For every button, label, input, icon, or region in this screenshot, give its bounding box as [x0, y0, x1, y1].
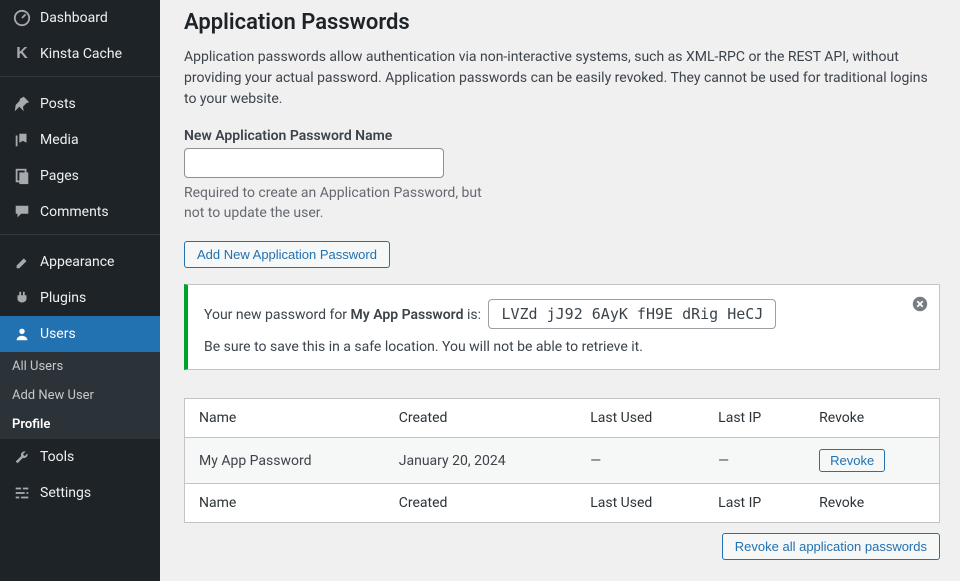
add-application-password-button[interactable]: Add New Application Password — [184, 241, 390, 268]
tf-revoke: Revoke — [805, 484, 939, 523]
cell-revoke: Revoke — [805, 438, 939, 484]
users-icon — [12, 324, 32, 344]
notice-second-line: Be sure to save this in a safe location.… — [204, 339, 899, 355]
sidebar-label: Plugins — [40, 290, 86, 306]
sidebar-item-pages[interactable]: Pages — [0, 158, 160, 194]
field-label-app-password-name: New Application Password Name — [184, 128, 940, 144]
media-icon — [12, 130, 32, 150]
notice-suffix: is: — [463, 307, 481, 323]
tf-last-used: Last Used — [576, 484, 704, 523]
sidebar-item-posts[interactable]: Posts — [0, 86, 160, 122]
sidebar-item-users[interactable]: Users — [0, 316, 160, 352]
cell-name: My App Password — [185, 438, 385, 484]
table-header-row: Name Created Last Used Last IP Revoke — [185, 399, 940, 438]
th-last-used: Last Used — [576, 399, 704, 438]
sidebar-label: Media — [40, 132, 79, 148]
submenu-add-new-user[interactable]: Add New User — [0, 381, 160, 410]
sidebar-submenu-users: All Users Add New User Profile — [0, 352, 160, 439]
cell-last-used: — — [576, 438, 704, 484]
notice-first-line: Your new password for My App Password is… — [204, 299, 899, 329]
sidebar-item-appearance[interactable]: Appearance — [0, 244, 160, 280]
submenu-profile[interactable]: Profile — [0, 410, 160, 439]
th-name: Name — [185, 399, 385, 438]
sidebar-label: Kinsta Cache — [40, 46, 122, 62]
generated-password[interactable]: LVZd jJ92 6AyK fH9E dRig HeCJ — [488, 299, 776, 329]
sidebar-item-media[interactable]: Media — [0, 122, 160, 158]
cell-created: January 20, 2024 — [385, 438, 576, 484]
field-help-text: Required to create an Application Passwo… — [184, 184, 484, 223]
sidebar-label: Users — [40, 326, 76, 342]
sidebar-label: Dashboard — [40, 10, 108, 26]
sidebar-item-tools[interactable]: Tools — [0, 439, 160, 475]
revoke-button[interactable]: Revoke — [819, 449, 885, 472]
cell-last-ip: — — [704, 438, 805, 484]
sidebar-item-plugins[interactable]: Plugins — [0, 280, 160, 316]
main-content: Application Passwords Application passwo… — [160, 0, 960, 581]
admin-sidebar: Dashboard K Kinsta Cache Posts Media Pag… — [0, 0, 160, 581]
page-description: Application passwords allow authenticati… — [184, 47, 940, 110]
sidebar-label: Comments — [40, 204, 109, 220]
sidebar-item-kinsta-cache[interactable]: K Kinsta Cache — [0, 36, 160, 72]
sidebar-label: Appearance — [40, 254, 114, 270]
tf-last-ip: Last IP — [704, 484, 805, 523]
page-title: Application Passwords — [184, 10, 940, 35]
notice-app-name: My App Password — [351, 307, 464, 323]
kinsta-icon: K — [12, 44, 32, 64]
pin-icon — [12, 94, 32, 114]
revoke-all-button[interactable]: Revoke all application passwords — [722, 533, 940, 560]
dashboard-icon — [12, 8, 32, 28]
sidebar-label: Posts — [40, 96, 76, 112]
sidebar-label: Settings — [40, 485, 91, 501]
plugins-icon — [12, 288, 32, 308]
success-notice: Your new password for My App Password is… — [184, 284, 940, 370]
sidebar-item-dashboard[interactable]: Dashboard — [0, 0, 160, 36]
application-passwords-table: Name Created Last Used Last IP Revoke My… — [184, 398, 940, 523]
submenu-all-users[interactable]: All Users — [0, 352, 160, 381]
settings-icon — [12, 483, 32, 503]
th-revoke: Revoke — [805, 399, 939, 438]
appearance-icon — [12, 252, 32, 272]
tools-icon — [12, 447, 32, 467]
sidebar-label: Tools — [40, 449, 74, 465]
table-footer-row: Name Created Last Used Last IP Revoke — [185, 484, 940, 523]
dismiss-notice-button[interactable] — [911, 295, 929, 313]
sidebar-label: Pages — [40, 168, 79, 184]
close-icon — [911, 295, 929, 313]
pages-icon — [12, 166, 32, 186]
table-row: My App Password January 20, 2024 — — Rev… — [185, 438, 940, 484]
tf-created: Created — [385, 484, 576, 523]
th-created: Created — [385, 399, 576, 438]
sidebar-item-comments[interactable]: Comments — [0, 194, 160, 230]
notice-prefix: Your new password for — [204, 307, 351, 323]
app-password-name-input[interactable] — [184, 148, 444, 178]
sidebar-item-settings[interactable]: Settings — [0, 475, 160, 511]
comments-icon — [12, 202, 32, 222]
th-last-ip: Last IP — [704, 399, 805, 438]
tf-name: Name — [185, 484, 385, 523]
